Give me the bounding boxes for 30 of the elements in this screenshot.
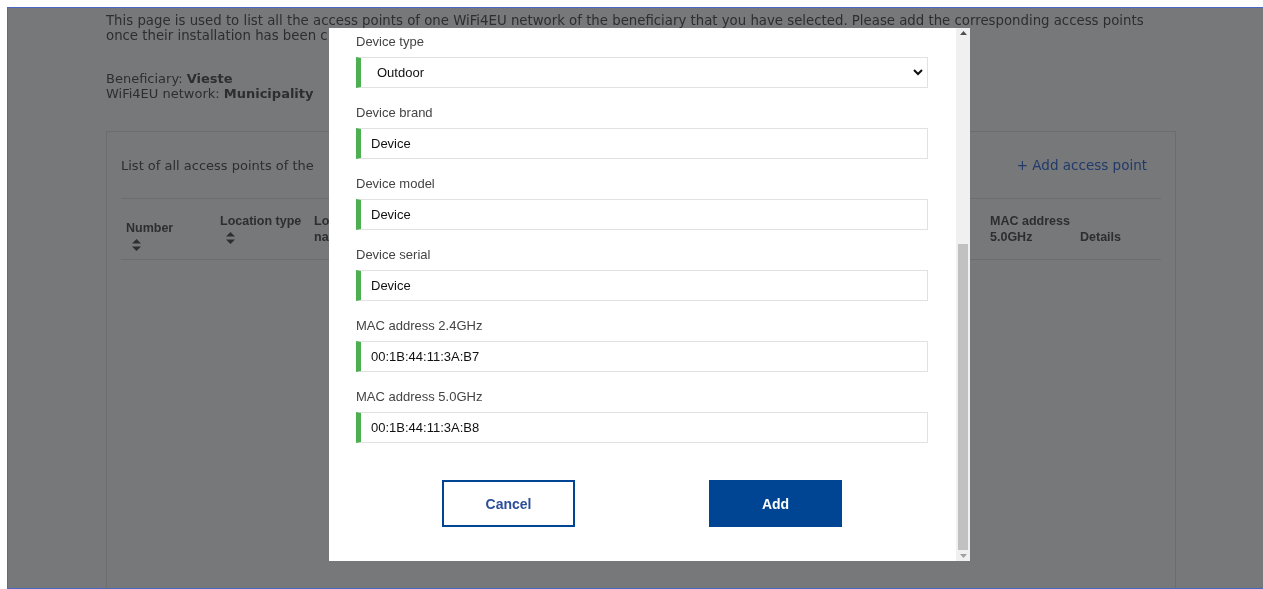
column-header: Details xyxy=(1079,229,1122,245)
add-button[interactable]: Add xyxy=(709,480,842,527)
scroll-up-icon[interactable] xyxy=(959,31,967,35)
beneficiary-text: Beneficiary: Vieste xyxy=(106,71,233,86)
sort-icon[interactable] xyxy=(226,231,235,244)
field-label: Device type xyxy=(356,34,424,50)
scroll-down-icon[interactable] xyxy=(959,554,967,558)
input-field[interactable]: Device xyxy=(356,270,928,301)
scrollbar-thumb[interactable] xyxy=(958,244,968,550)
chevron-down-icon xyxy=(913,69,923,76)
field-label: Device serial xyxy=(356,247,431,263)
field-label: MAC address 5.0GHz xyxy=(356,389,483,405)
cancel-button[interactable]: Cancel xyxy=(442,480,575,527)
input-field[interactable]: 00:1B:44:11:3A:B8 xyxy=(356,412,928,443)
scrollbar[interactable] xyxy=(956,28,970,561)
input-field[interactable]: 00:1B:44:11:3A:B7 xyxy=(356,341,928,372)
field-label: Device model xyxy=(356,176,435,192)
input-field[interactable]: Device xyxy=(356,128,928,159)
intro-text: This page is used to list all the access points of one WiFi4EU network of the beneficiary that you have selected. Please add the corresponding access points xyxy=(106,13,1144,28)
card-title: List of all access points of the xyxy=(121,157,314,173)
device-type-select[interactable]: Outdoor xyxy=(356,57,928,88)
network-text: WiFi4EU network: Municipality xyxy=(106,86,314,101)
column-header: MAC address 5.0GHz xyxy=(989,213,1071,245)
field-label: Device brand xyxy=(356,105,433,121)
sort-icon[interactable] xyxy=(132,238,141,251)
column-header: Lo na xyxy=(314,213,331,245)
input-field[interactable]: Device xyxy=(356,199,928,230)
field-label: MAC address 2.4GHz xyxy=(356,318,483,334)
intro-text: once their installation has been c xyxy=(106,28,328,43)
select-value: Outdoor xyxy=(376,65,424,80)
